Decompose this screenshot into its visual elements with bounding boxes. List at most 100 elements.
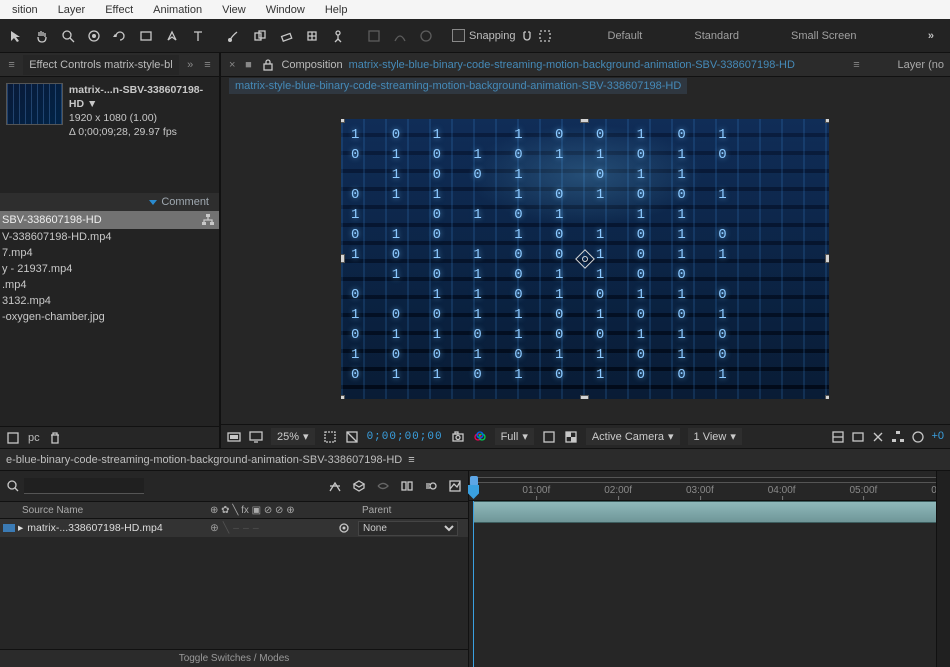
viewer-menu-icon[interactable]: ■ [241, 59, 255, 71]
comp-frame[interactable]: 1 0 1 1 0 0 1 0 1 0 1 0 1 0 1 1 0 1 0 1 … [341, 119, 829, 399]
resize-handle[interactable] [341, 119, 345, 123]
exposure-value[interactable]: +0 [931, 430, 944, 444]
roto-tool-icon[interactable] [300, 24, 324, 48]
workspace-standard[interactable]: Standard [688, 26, 745, 46]
effect-controls-tab[interactable]: Effect Controls matrix-style-bl [23, 55, 178, 75]
graph-editor-icon[interactable] [448, 479, 462, 493]
parent-dropdown[interactable]: None [358, 521, 458, 536]
zoom-tool-icon[interactable] [56, 24, 80, 48]
viewer-stage[interactable]: 1 0 1 1 0 0 1 0 1 0 1 0 1 0 1 1 0 1 0 1 … [221, 95, 950, 424]
snap-bounds-icon[interactable] [538, 29, 552, 43]
lock-icon[interactable] [261, 58, 275, 72]
menu-layer[interactable]: Layer [48, 2, 96, 18]
flowchart-icon[interactable] [201, 213, 215, 227]
parent-pickwhip-icon[interactable] [337, 521, 351, 535]
type-tool-icon[interactable] [186, 24, 210, 48]
current-timecode[interactable]: 0;00;00;00 [367, 431, 443, 443]
project-item[interactable]: 3132.mp4 [0, 293, 219, 309]
mask-toggle-icon[interactable] [345, 430, 359, 444]
always-preview-icon[interactable] [227, 430, 241, 444]
timeline-tracks[interactable] [469, 501, 950, 667]
exposure-reset-icon[interactable] [911, 430, 925, 444]
puppet-tool-icon[interactable] [326, 24, 350, 48]
transparency-grid-icon[interactable] [564, 430, 578, 444]
snapping-toggle[interactable]: Snapping [452, 29, 552, 43]
frame-blend-icon[interactable] [400, 479, 414, 493]
resize-handle[interactable] [341, 395, 345, 399]
hand-tool-icon[interactable] [30, 24, 54, 48]
project-item[interactable]: V-338607198-HD.mp4 [0, 229, 219, 245]
flowchart-view-icon[interactable] [891, 430, 905, 444]
toggle-switches-modes[interactable]: Toggle Switches / Modes [179, 653, 290, 664]
resize-handle[interactable] [341, 254, 345, 263]
project-item[interactable]: .mp4 [0, 277, 219, 293]
fast-previews-icon[interactable] [851, 430, 865, 444]
layer-tab[interactable]: Layer (no [898, 59, 944, 71]
rect-tool-icon[interactable] [134, 24, 158, 48]
timeline-tab-options-icon[interactable]: ≡ [408, 454, 414, 466]
menu-help[interactable]: Help [315, 2, 358, 18]
checkbox-icon[interactable] [452, 29, 465, 42]
workspace-default[interactable]: Default [602, 26, 649, 46]
breadcrumb-item[interactable]: matrix-style-blue-binary-code-streaming-… [229, 78, 687, 94]
motion-blur-icon[interactable] [424, 479, 438, 493]
resize-handle[interactable] [825, 254, 829, 263]
menu-animation[interactable]: Animation [143, 2, 212, 18]
brush-tool-icon[interactable] [222, 24, 246, 48]
timeline-track-area[interactable]: 01:00f 02:00f 03:00f 04:00f 05:00f 06:00… [469, 471, 950, 667]
panel-menu-icon[interactable]: ≡ [6, 59, 17, 71]
clone-tool-icon[interactable] [248, 24, 272, 48]
vertical-scrollbar[interactable] [936, 471, 950, 667]
camera-dropdown[interactable]: Active Camera▾ [586, 428, 680, 445]
menu-effect[interactable]: Effect [95, 2, 143, 18]
layer-duration-bar[interactable] [473, 501, 950, 523]
channel-icon[interactable] [473, 430, 487, 444]
views-dropdown[interactable]: 1 View▾ [688, 428, 742, 445]
interpret-footage-icon[interactable] [6, 431, 20, 445]
zoom-dropdown[interactable]: 25%▾ [271, 428, 315, 445]
viewer-options-icon[interactable]: ≡ [850, 59, 864, 71]
layer-switches[interactable]: ⊕╲––– [210, 522, 330, 534]
timeline-layer-row[interactable]: ▸ matrix-...338607198-HD.mp4 ⊕╲––– None [0, 519, 468, 537]
pen-tool-icon[interactable] [160, 24, 184, 48]
timeline-link-icon[interactable] [871, 430, 885, 444]
panel-overflow-icon[interactable]: » [185, 59, 196, 71]
resize-handle[interactable] [825, 395, 829, 399]
panel-options-icon[interactable]: ≡ [202, 59, 213, 71]
project-item-name[interactable]: matrix-...n-SBV-338607198-HD ▼ [69, 83, 213, 111]
col-parent[interactable]: Parent [358, 505, 468, 516]
timeline-search[interactable] [6, 478, 144, 494]
project-file-list[interactable]: SBV-338607198-HD V-338607198-HD.mp4 7.mp… [0, 211, 219, 426]
close-tab-icon[interactable]: × [229, 59, 235, 71]
resize-handle[interactable] [825, 119, 829, 123]
trash-icon[interactable] [48, 431, 62, 445]
toolbar-overflow-icon[interactable]: » [928, 30, 946, 42]
eraser-tool-icon[interactable] [274, 24, 298, 48]
twirl-icon[interactable]: ▸ [18, 522, 23, 534]
timeline-columns-header[interactable]: Source Name ⊕ ✿ ╲ fx ▣ ⊘ ⊘ ⊕ Parent [0, 501, 468, 519]
project-item-selected[interactable]: SBV-338607198-HD [0, 211, 219, 229]
pixel-aspect-icon[interactable] [831, 430, 845, 444]
draft3d-icon[interactable] [352, 479, 366, 493]
project-item-thumb[interactable] [6, 83, 63, 125]
resolution-dropdown[interactable]: Full▾ [495, 428, 534, 445]
current-time-indicator[interactable] [473, 501, 474, 667]
col-source-name[interactable]: Source Name [20, 505, 210, 516]
resize-handle[interactable] [580, 395, 589, 399]
composition-name[interactable]: matrix-style-blue-binary-code-streaming-… [349, 59, 844, 71]
rotate-tool-icon[interactable] [108, 24, 132, 48]
layer-name[interactable]: matrix-...338607198-HD.mp4 [27, 522, 162, 534]
hide-shy-icon[interactable] [376, 479, 390, 493]
project-columns[interactable]: Comment [0, 193, 219, 211]
menu-window[interactable]: Window [256, 2, 315, 18]
monitor-icon[interactable] [249, 430, 263, 444]
menu-composition[interactable]: sition [2, 2, 48, 18]
timeline-comp-tab[interactable]: e-blue-binary-code-streaming-motion-back… [6, 454, 402, 466]
snapshot-icon[interactable] [451, 430, 465, 444]
time-ruler[interactable]: 01:00f 02:00f 03:00f 04:00f 05:00f 06:00… [469, 471, 950, 501]
comp-mini-flowchart-icon[interactable] [328, 479, 342, 493]
workspace-smallscreen[interactable]: Small Screen [785, 26, 862, 46]
timeline-search-input[interactable] [24, 478, 144, 494]
roi-icon[interactable] [542, 430, 556, 444]
bpc-button[interactable]: pc [28, 432, 40, 444]
